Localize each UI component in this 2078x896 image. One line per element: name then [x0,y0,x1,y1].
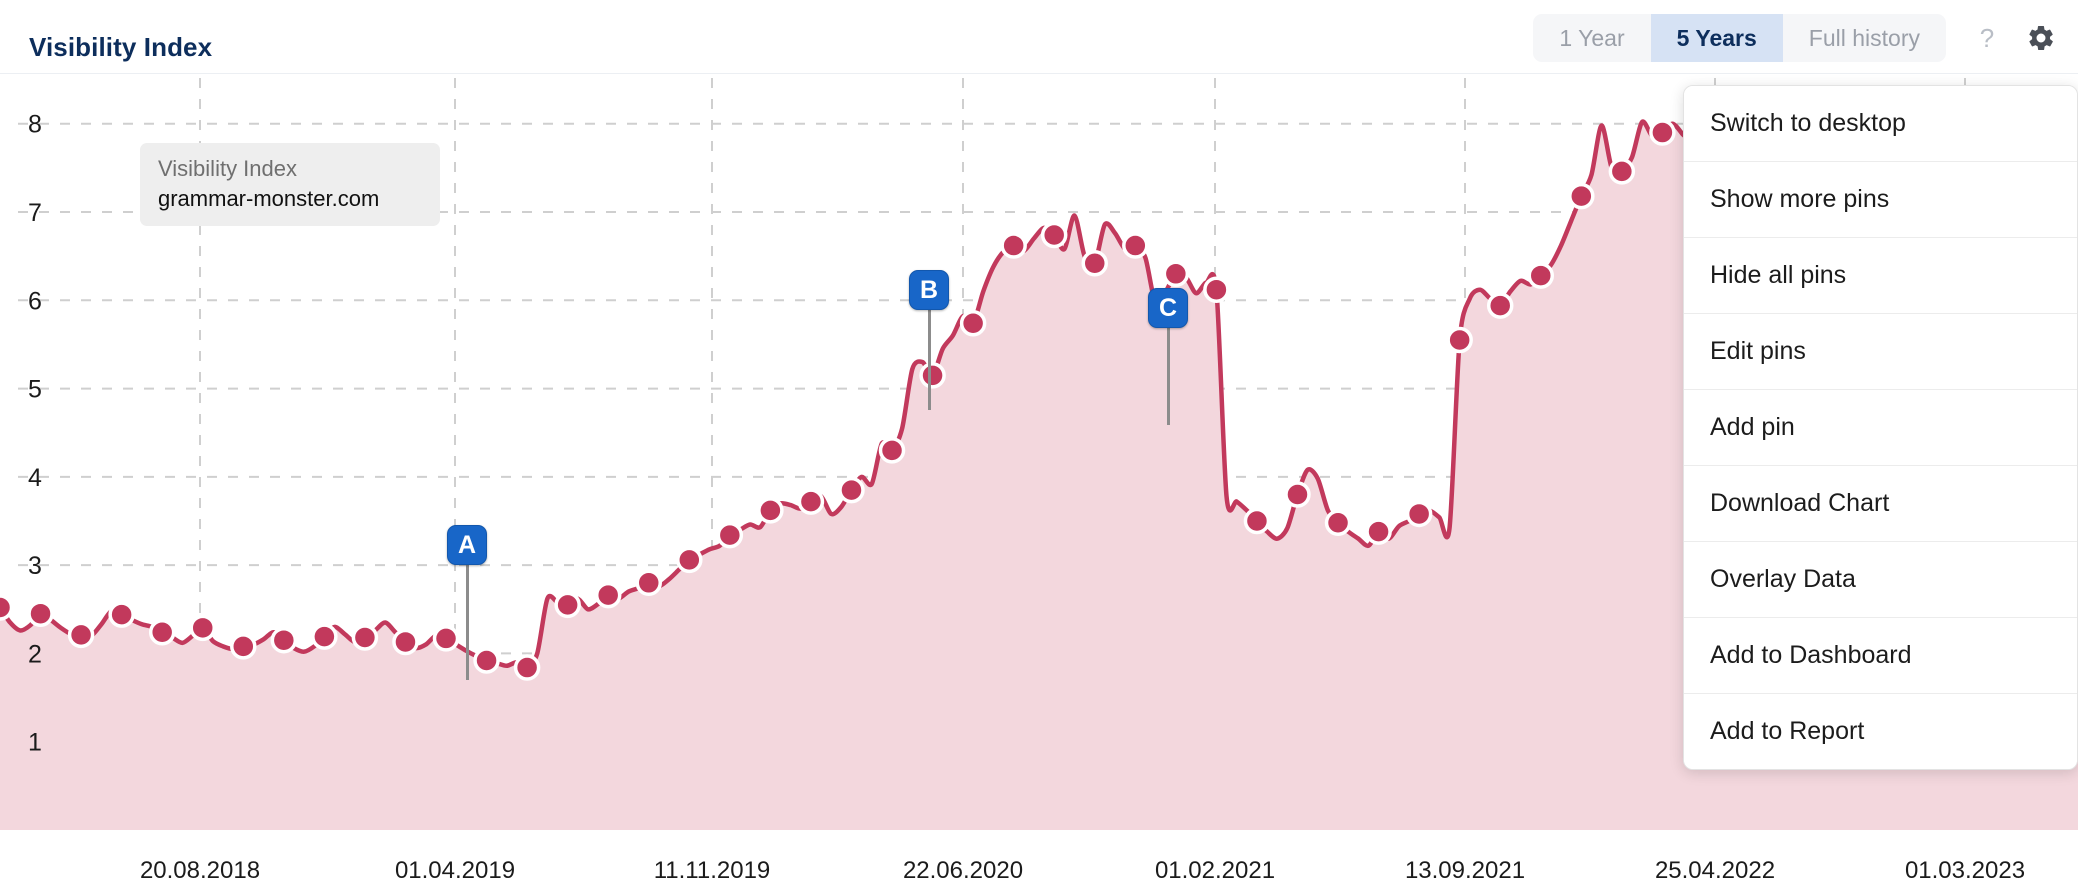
y-axis-tick-label: 7 [28,199,42,227]
series-data-point [0,594,14,621]
series-data-point [1405,500,1433,528]
y-axis-tick-label: 3 [28,552,42,580]
series-data-point [311,623,338,650]
series-data-point [67,621,95,649]
series-data-point [1203,276,1230,303]
series-data-point [757,497,784,524]
x-axis-tick-label: 11.11.2019 [654,857,771,884]
x-axis-tick-labels: 20.08.2018 01.04.2019 11.11.2019 22.06.2020… [140,857,2025,884]
x-axis-tick-label: 01.03.2023 [1905,857,2025,884]
menu-item-add-to-report[interactable]: Add to Report [1684,694,2077,769]
chart-options-menu: Switch to desktop Show more pins Hide al… [1683,85,2078,770]
x-axis-tick-label: 01.02.2021 [1155,857,1275,884]
series-data-point [1000,232,1027,259]
series-data-point [1284,481,1311,508]
pin-stem-a [465,565,469,680]
menu-item-add-pin[interactable]: Add pin [1684,390,2077,466]
series-data-point [1568,182,1595,210]
visibility-index-widget: Visibility Index 1 Year 5 Years Full his… [0,0,2078,896]
chart-header: Visibility Index 1 Year 5 Years Full his… [0,0,2078,74]
pin-stem-b [927,310,931,410]
series-data-point [1324,509,1352,537]
x-axis-tick-label: 13.09.2021 [1405,857,1525,884]
x-axis-tick-label: 01.04.2019 [395,857,515,884]
y-axis-tick-labels: 1 2 3 4 5 6 7 8 [28,111,42,757]
y-axis-tick-label: 6 [28,287,42,315]
gear-icon[interactable] [2026,23,2056,53]
series-data-point [148,618,176,646]
series-data-point [513,654,541,681]
series-data-point [1649,119,1676,146]
series-data-point [108,601,135,628]
series-data-point [1162,260,1190,288]
range-button-5-years[interactable]: 5 Years [1650,14,1783,62]
series-data-point [270,626,298,654]
y-axis-tick-label: 4 [28,464,42,492]
time-range-selector: 1 Year 5 Years Full history [1533,14,1946,62]
series-data-point [1122,232,1149,259]
series-data-point [432,625,460,652]
x-axis-tick-label: 25.04.2022 [1655,857,1775,884]
series-data-point [230,633,257,660]
x-axis-tick-label: 20.08.2018 [140,857,260,884]
chart-pin-a[interactable]: A [447,525,487,565]
series-data-point [594,581,622,609]
pin-stem-c [1166,328,1170,425]
menu-item-download-chart[interactable]: Download Chart [1684,466,2077,542]
menu-item-switch-to-desktop[interactable]: Switch to desktop [1684,86,2077,162]
series-data-point [1486,292,1514,319]
series-data-point [189,614,216,642]
legend-domain-label: grammar-monster.com [158,185,380,211]
menu-item-hide-all-pins[interactable]: Hide all pins [1684,238,2077,314]
series-data-point [473,647,500,674]
y-axis-tick-label: 1 [28,729,42,757]
series-data-point [878,437,906,464]
series-data-point [1527,262,1555,289]
y-axis-tick-label: 2 [28,640,42,668]
series-data-point [1081,249,1109,277]
menu-item-add-to-dashboard[interactable]: Add to Dashboard [1684,618,2077,694]
series-data-point [716,521,744,549]
menu-item-overlay-data[interactable]: Overlay Data [1684,542,2077,618]
x-axis-tick-label: 22.06.2020 [903,857,1023,884]
series-data-point [351,624,379,651]
y-axis-tick-label: 5 [28,376,42,404]
menu-item-show-more-pins[interactable]: Show more pins [1684,162,2077,238]
chart-pin-c[interactable]: C [1148,288,1188,328]
menu-item-edit-pins[interactable]: Edit pins [1684,314,2077,390]
page-title: Visibility Index [29,32,213,62]
series-data-point [1446,326,1473,354]
series-data-point [919,362,946,389]
range-button-full-history[interactable]: Full history [1783,14,1946,62]
series-data-point [838,476,865,504]
series-data-point [959,309,987,337]
series-data-point [797,488,825,515]
series-data-point [392,628,419,656]
series-data-point [1365,518,1392,545]
series-data-point [1608,158,1636,185]
series-data-point [635,569,662,597]
y-axis-tick-label: 8 [28,111,42,139]
series-legend-box: Visibility Index grammar-monster.com [140,143,440,227]
range-button-1-year[interactable]: 1 Year [1533,14,1650,62]
series-data-point [1243,507,1271,535]
header-controls: 1 Year 5 Years Full history ? [1533,14,2056,62]
legend-metric-label: Visibility Index [158,156,297,181]
series-data-point [27,600,54,627]
question-mark-icon[interactable]: ? [1974,23,2000,54]
series-data-point [554,591,581,619]
series-data-point [1040,221,1068,249]
chart-pin-b[interactable]: B [909,270,949,310]
series-data-point [676,546,703,574]
